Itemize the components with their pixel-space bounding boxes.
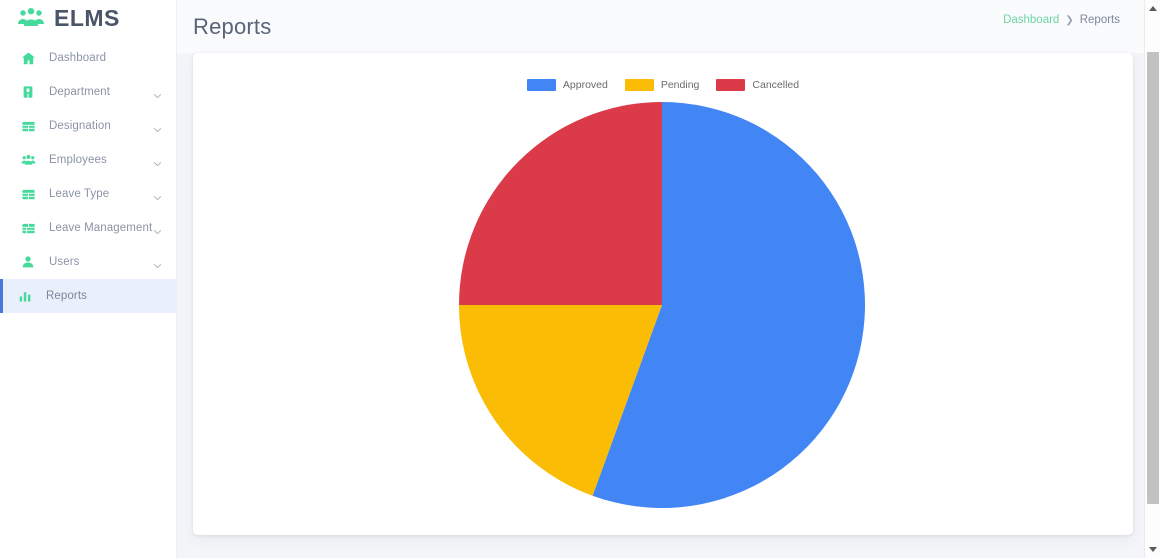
sidebar-item-department[interactable]: Department <box>0 75 176 109</box>
pie-slice-cancelled[interactable] <box>459 102 662 305</box>
table-icon <box>20 220 36 236</box>
pie-chart[interactable] <box>193 53 1133 535</box>
scrollbar-thumb[interactable] <box>1147 52 1159 504</box>
pie-chart-svg[interactable] <box>459 102 865 508</box>
users-group-icon <box>17 7 45 31</box>
sidebar-item-label: Users <box>49 256 80 268</box>
breadcrumb-separator-icon: ❯ <box>1065 14 1074 26</box>
page-title: Reports <box>193 14 272 39</box>
scrollbar-down-button[interactable] <box>1145 541 1161 558</box>
triangle-up-icon <box>1149 6 1157 11</box>
scrollbar-up-button[interactable] <box>1145 0 1161 17</box>
sidebar-item-users[interactable]: Users <box>0 245 176 279</box>
sidebar-item-label: Department <box>49 86 111 98</box>
main-content: Reports Dashboard ❯ Reports Approved Pen… <box>177 0 1144 558</box>
users-icon <box>20 152 36 168</box>
page-header: Reports Dashboard ❯ Reports <box>177 0 1144 53</box>
sidebar-item-designation[interactable]: Designation <box>0 109 176 143</box>
chevron-down-icon <box>153 190 162 201</box>
breadcrumb-dashboard-link[interactable]: Dashboard <box>1003 14 1059 26</box>
sidebar: ELMS Dashboard Department Designation Em… <box>0 0 177 558</box>
chevron-down-icon <box>153 224 162 235</box>
sidebar-item-label: Reports <box>46 290 87 302</box>
sidebar-item-label: Dashboard <box>49 52 107 64</box>
chevron-down-icon <box>153 258 162 269</box>
page-scrollbar[interactable] <box>1144 0 1161 558</box>
sidebar-item-label: Designation <box>49 120 111 132</box>
chevron-down-icon <box>153 122 162 133</box>
breadcrumb: Dashboard ❯ Reports <box>1003 14 1120 26</box>
triangle-down-icon <box>1149 547 1157 552</box>
chevron-down-icon <box>153 156 162 167</box>
reports-chart-card: Approved Pending Cancelled <box>193 53 1133 535</box>
sidebar-item-label: Employees <box>49 154 107 166</box>
brand-name: ELMS <box>54 5 120 31</box>
bar-chart-icon <box>17 288 33 304</box>
user-icon <box>20 254 36 270</box>
sidebar-item-dashboard[interactable]: Dashboard <box>0 41 176 75</box>
brand-logo[interactable]: ELMS <box>0 0 176 37</box>
home-icon <box>20 50 36 66</box>
breadcrumb-current: Reports <box>1079 14 1120 26</box>
table-icon <box>20 118 36 134</box>
chevron-down-icon <box>153 88 162 99</box>
sidebar-item-label: Leave Type <box>49 188 110 200</box>
sidebar-item-employees[interactable]: Employees <box>0 143 176 177</box>
sidebar-nav: Dashboard Department Designation Employe… <box>0 41 176 313</box>
sidebar-item-leave-management[interactable]: Leave Management <box>0 211 176 245</box>
building-icon <box>20 84 36 100</box>
sidebar-item-label: Leave Management <box>49 222 153 234</box>
table-icon <box>20 186 36 202</box>
sidebar-item-leave-type[interactable]: Leave Type <box>0 177 176 211</box>
sidebar-item-reports[interactable]: Reports <box>0 279 176 313</box>
